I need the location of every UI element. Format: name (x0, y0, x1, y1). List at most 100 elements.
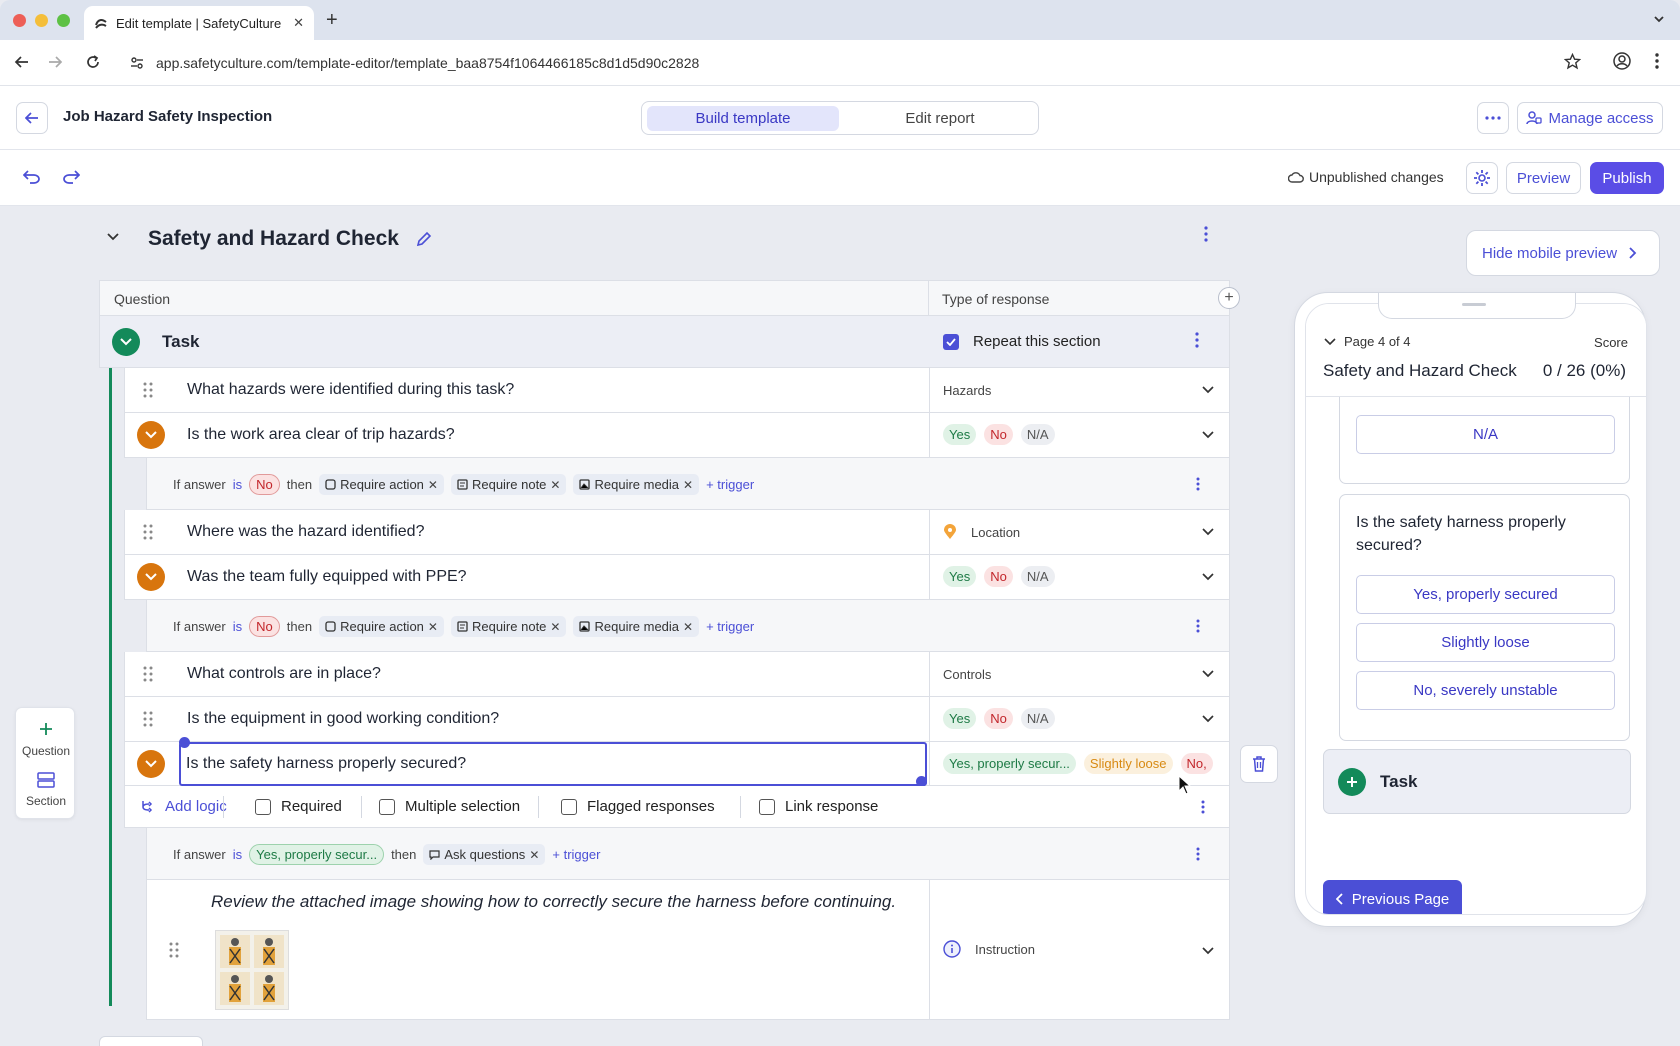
forward-arrow-icon[interactable] (47, 54, 63, 70)
tab-edit-report[interactable]: Edit report (845, 106, 1035, 131)
task-chevron-icon[interactable] (112, 328, 140, 356)
remove-chip-icon[interactable]: ✕ (550, 478, 560, 492)
chevron-down-icon[interactable] (1201, 714, 1215, 724)
chevron-down-icon[interactable] (1201, 946, 1215, 956)
remove-chip-icon[interactable]: ✕ (529, 848, 539, 862)
back-arrow-icon[interactable] (14, 54, 30, 70)
mobile-previous-page-button[interactable]: Previous Page (1323, 880, 1462, 914)
drag-handle-icon[interactable] (143, 524, 153, 540)
require-note-chip[interactable]: Require note ✕ (450, 474, 567, 495)
question-more-icon[interactable] (1201, 800, 1205, 814)
question-text[interactable]: What hazards were identified during this… (187, 381, 514, 399)
edit-pencil-icon[interactable] (415, 230, 433, 248)
mobile-na-option[interactable]: N/A (1356, 415, 1615, 454)
redo-icon[interactable] (62, 170, 80, 184)
reload-icon[interactable] (85, 54, 101, 70)
require-media-chip[interactable]: Require media ✕ (573, 616, 700, 637)
task-more-icon[interactable] (1195, 332, 1199, 348)
response-type[interactable]: Instruction (943, 940, 1035, 958)
repeat-section-checkbox[interactable] (943, 334, 959, 350)
question-text[interactable]: Is the equipment in good working conditi… (187, 710, 499, 728)
flagged-responses-option[interactable]: Flagged responses (561, 798, 715, 815)
question-text-input[interactable]: Is the safety harness properly secured? (179, 742, 927, 786)
response-set[interactable]: Yes No N/A (943, 708, 1055, 729)
logic-more-icon[interactable] (1196, 477, 1200, 491)
chevron-down-icon[interactable] (1201, 527, 1215, 537)
logic-more-icon[interactable] (1196, 619, 1200, 633)
remove-chip-icon[interactable]: ✕ (550, 620, 560, 634)
question-text[interactable]: Where was the hazard identified? (187, 523, 424, 541)
mobile-page-indicator[interactable]: Page 4 of 4 (1324, 334, 1411, 349)
question-row[interactable]: Is the equipment in good working conditi… (124, 697, 1230, 742)
remove-chip-icon[interactable]: ✕ (428, 478, 438, 492)
require-action-chip[interactable]: Require action ✕ (319, 616, 444, 637)
require-action-chip[interactable]: Require action ✕ (319, 474, 444, 495)
task-section-title[interactable]: Task (162, 332, 200, 352)
question-text[interactable]: Is the work area clear of trip hazards? (187, 426, 455, 444)
flagged-responses-checkbox[interactable] (561, 798, 577, 815)
settings-button[interactable] (1466, 162, 1498, 194)
preview-button[interactable]: Preview (1506, 162, 1581, 194)
mobile-option-no-unstable[interactable]: No, severely unstable (1356, 671, 1615, 710)
question-row[interactable]: Is the work area clear of trip hazards? … (124, 413, 1230, 458)
section-more-icon[interactable] (1204, 226, 1208, 242)
answer-value[interactable]: No (249, 616, 280, 637)
answer-value[interactable]: Yes, properly secur... (249, 844, 385, 865)
section-title[interactable]: Safety and Hazard Check (148, 227, 399, 251)
tab-search-chevron-icon[interactable] (1652, 12, 1666, 26)
require-media-chip[interactable]: Require media ✕ (573, 474, 700, 495)
link-response-option[interactable]: Link response (759, 798, 878, 815)
remove-chip-icon[interactable]: ✕ (428, 620, 438, 634)
question-row[interactable]: Was the team fully equipped with PPE? Ye… (124, 555, 1230, 600)
require-note-chip[interactable]: Require note ✕ (450, 616, 567, 637)
back-button[interactable] (16, 102, 48, 134)
add-section-tab[interactable] (99, 1036, 203, 1046)
mobile-option-slightly-loose[interactable]: Slightly loose (1356, 623, 1615, 662)
question-row[interactable]: What hazards were identified during this… (124, 368, 1230, 413)
harness-diagram-thumbnail[interactable] (215, 930, 289, 1010)
add-trigger-link[interactable]: + trigger (706, 619, 754, 634)
resize-handle-icon[interactable] (179, 737, 190, 748)
manage-access-button[interactable]: Manage access (1517, 102, 1663, 134)
tab-build-template[interactable]: Build template (647, 106, 839, 131)
drag-handle-icon[interactable] (169, 942, 179, 958)
add-section-button[interactable]: Section (16, 772, 76, 808)
required-checkbox[interactable] (255, 798, 271, 815)
logic-more-icon[interactable] (1196, 847, 1200, 861)
chevron-down-icon[interactable] (1201, 430, 1215, 440)
drag-handle-icon[interactable] (143, 711, 153, 727)
add-trigger-link[interactable]: + trigger (552, 847, 600, 862)
ask-questions-chip[interactable]: Ask questions ✕ (423, 844, 546, 865)
chevron-down-icon[interactable] (1201, 669, 1215, 679)
response-type[interactable]: Controls (943, 667, 991, 682)
remove-chip-icon[interactable]: ✕ (683, 620, 693, 634)
response-set[interactable]: Yes No N/A (943, 424, 1055, 445)
add-column-button[interactable]: + (1218, 287, 1240, 309)
address-bar[interactable]: app.safetyculture.com/template-editor/te… (120, 46, 1630, 80)
undo-icon[interactable] (23, 170, 41, 184)
maximize-window-dot[interactable] (57, 14, 70, 27)
delete-question-button[interactable] (1240, 745, 1278, 783)
instruction-row[interactable]: Review the attached image showing how to… (146, 880, 1230, 1020)
is-operator[interactable]: is (233, 847, 242, 862)
add-trigger-link[interactable]: + trigger (706, 477, 754, 492)
is-operator[interactable]: is (233, 477, 242, 492)
is-operator[interactable]: is (233, 619, 242, 634)
question-text[interactable]: What controls are in place? (187, 665, 381, 683)
minimize-window-dot[interactable] (35, 14, 48, 27)
drag-handle-icon[interactable] (143, 666, 153, 682)
mobile-task-section[interactable]: Task (1323, 749, 1631, 814)
multiple-selection-checkbox[interactable] (379, 798, 395, 815)
chevron-down-icon[interactable] (1201, 572, 1215, 582)
close-tab-icon[interactable]: ✕ (293, 15, 304, 31)
collapse-section-chevron-icon[interactable] (106, 230, 120, 244)
response-set[interactable]: Yes, properly secur... Slightly loose No… (943, 753, 1213, 774)
browser-tab[interactable]: Edit template | SafetyCulture ✕ (84, 6, 314, 40)
question-row[interactable]: Where was the hazard identified? Locatio… (124, 510, 1230, 555)
browser-menu-icon[interactable] (1655, 52, 1659, 70)
logic-chevron-icon[interactable] (137, 563, 165, 591)
answer-value[interactable]: No (249, 474, 280, 495)
profile-icon[interactable] (1613, 52, 1631, 70)
required-option[interactable]: Required (255, 798, 342, 815)
new-tab-icon[interactable]: + (326, 9, 338, 32)
